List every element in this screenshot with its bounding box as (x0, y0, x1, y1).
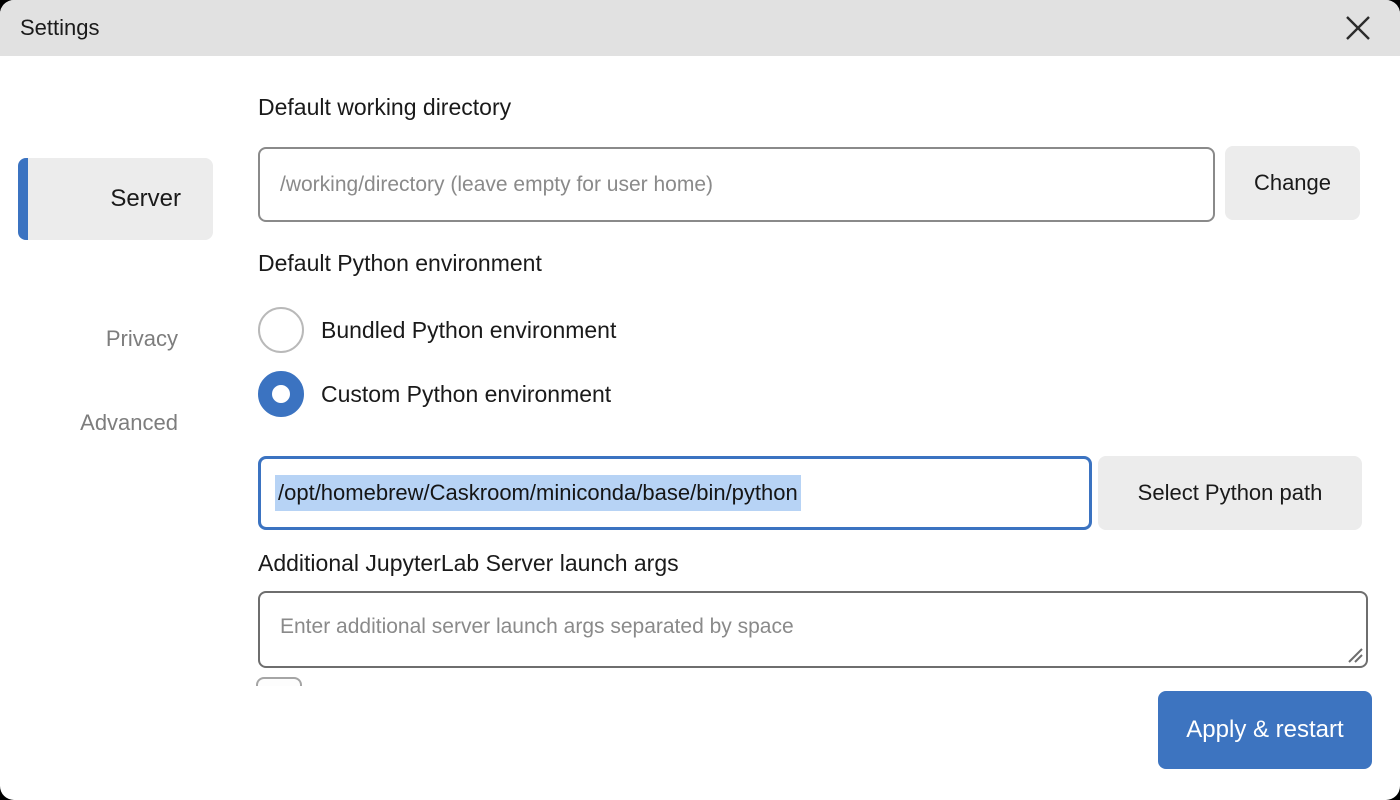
launch-args-textarea[interactable] (258, 591, 1368, 668)
custom-python-radio[interactable] (258, 371, 304, 417)
python-path-selected-text: /opt/homebrew/Caskroom/miniconda/base/bi… (275, 475, 801, 511)
python-path-input[interactable]: /opt/homebrew/Caskroom/miniconda/base/bi… (258, 456, 1092, 530)
launch-args-wrapper (258, 591, 1368, 668)
settings-sidebar: General Server Privacy Advanced (0, 56, 240, 800)
clipped-checkbox[interactable] (256, 677, 302, 686)
settings-dialog: Settings General Server Privacy Advanced… (0, 0, 1400, 800)
apply-restart-button[interactable]: Apply & restart (1158, 691, 1372, 769)
sidebar-item-server-label: Server (110, 184, 181, 214)
bundled-python-label: Bundled Python environment (321, 317, 616, 344)
custom-python-option[interactable]: Custom Python environment (258, 371, 611, 417)
select-python-path-button[interactable]: Select Python path (1098, 456, 1362, 530)
close-icon (1343, 13, 1373, 43)
sidebar-item-privacy[interactable]: Privacy (0, 324, 178, 354)
titlebar: Settings (0, 0, 1400, 56)
close-button[interactable] (1342, 12, 1374, 44)
sidebar-item-server[interactable]: Server (18, 158, 213, 240)
sidebar-item-advanced[interactable]: Advanced (0, 408, 178, 438)
working-directory-label: Default working directory (258, 93, 511, 121)
working-directory-input[interactable] (258, 147, 1215, 222)
launch-args-label: Additional JupyterLab Server launch args (258, 549, 679, 577)
custom-python-label: Custom Python environment (321, 381, 611, 408)
bundled-python-option[interactable]: Bundled Python environment (258, 307, 616, 353)
dialog-title: Settings (20, 15, 100, 41)
python-environment-label: Default Python environment (258, 249, 542, 277)
bundled-python-radio[interactable] (258, 307, 304, 353)
change-directory-button[interactable]: Change (1225, 146, 1360, 220)
